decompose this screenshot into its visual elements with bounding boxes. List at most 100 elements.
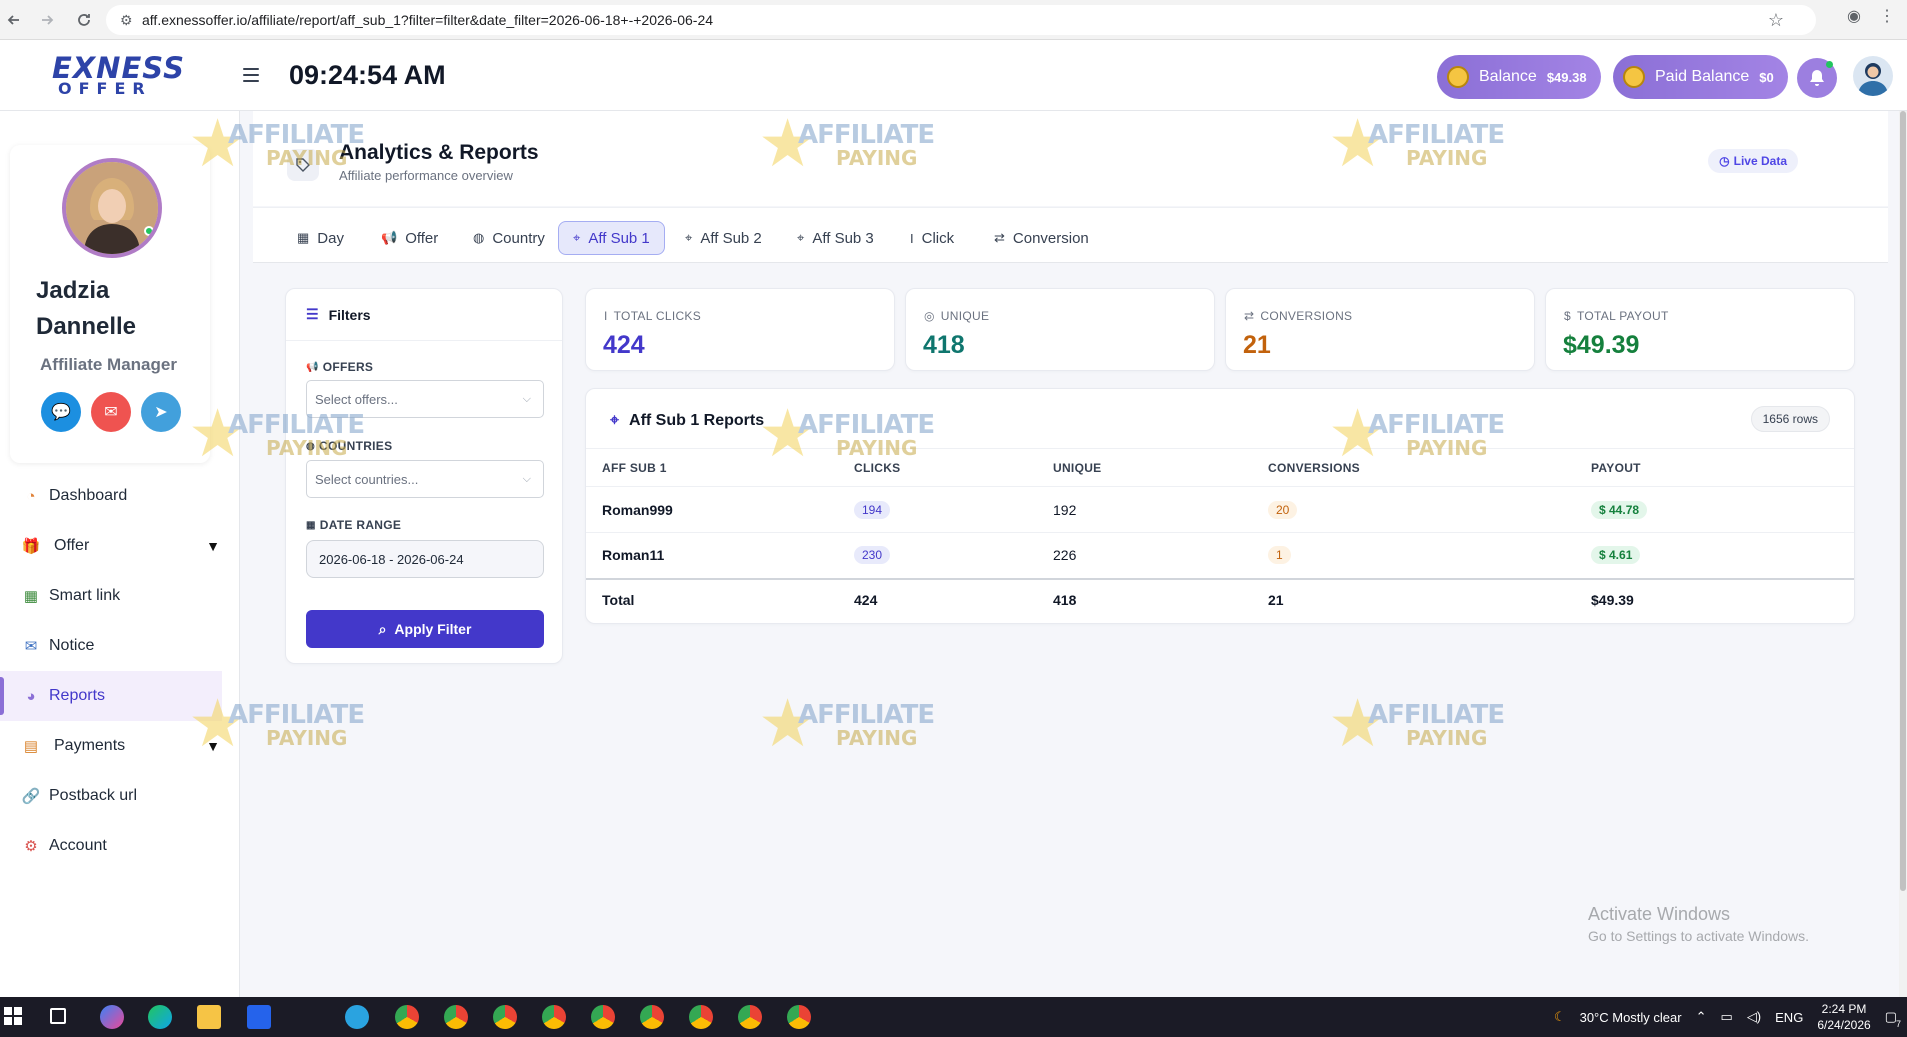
sidebar-item-reports[interactable]: ◕ Reports: [0, 671, 222, 721]
chrome-icon[interactable]: [787, 1005, 811, 1029]
notification-bell-icon[interactable]: [1797, 58, 1837, 98]
exness-offer-logo[interactable]: EXNESS OFFER: [52, 54, 184, 97]
tab-country[interactable]: ◍ Country: [459, 221, 559, 255]
tag-icon: ⌖: [797, 230, 805, 245]
back-icon[interactable]: [0, 6, 28, 34]
volume-icon[interactable]: ◁): [1747, 1009, 1761, 1025]
chrome-icon[interactable]: [542, 1005, 566, 1029]
total-conversions: 21: [1268, 577, 1591, 621]
paid-balance-pill[interactable]: Paid Balance $0: [1613, 55, 1788, 99]
store-icon[interactable]: [247, 1005, 271, 1029]
notification-center-icon[interactable]: ▢ 7: [1885, 1009, 1901, 1029]
tab-day[interactable]: ▦ Day: [283, 221, 358, 255]
chrome-icon[interactable]: [395, 1005, 419, 1029]
address-bar[interactable]: ⚙ aff.exnessoffer.io/affiliate/report/af…: [106, 5, 1816, 35]
taskbar-clock[interactable]: 2:24 PM 6/24/2026: [1817, 1001, 1870, 1033]
file-explorer-icon[interactable]: [197, 1005, 221, 1029]
sidebar-item-label: Reports: [49, 687, 106, 704]
hamburger-menu-icon[interactable]: [243, 68, 259, 82]
column-header[interactable]: UNIQUE: [1053, 448, 1268, 487]
table-row[interactable]: Roman11 230 226 1 $ 4.61: [586, 532, 1854, 579]
megaphone-icon: 📢: [381, 230, 398, 245]
column-header[interactable]: AFF SUB 1: [586, 448, 854, 487]
chevron-down-icon[interactable]: ▼: [206, 738, 220, 754]
page-title: Analytics & Reports: [339, 141, 539, 164]
tab-aff-sub-1[interactable]: ⌖ Aff Sub 1: [558, 221, 665, 255]
chrome-icon[interactable]: [738, 1005, 762, 1029]
sidebar-menu: ◔ Dashboard 🎁 Offer ▼ ▦ Smart link ✉ Not…: [0, 471, 240, 871]
sidebar-item-offer[interactable]: 🎁 Offer ▼: [0, 521, 240, 571]
offers-select[interactable]: Select offers... ⌵: [306, 380, 544, 418]
tab-aff-sub-3[interactable]: ⌖ Aff Sub 3: [783, 221, 888, 255]
sidebar-item-dashboard[interactable]: ◔ Dashboard: [0, 471, 240, 521]
sidebar-item-account[interactable]: ⚙ Account: [0, 821, 240, 871]
chrome-icon[interactable]: [444, 1005, 468, 1029]
language-indicator[interactable]: ENG: [1775, 1010, 1803, 1025]
telegram-icon[interactable]: ➤: [141, 392, 181, 432]
windows-start-icon[interactable]: [4, 1007, 22, 1025]
task-view-icon[interactable]: [50, 1008, 66, 1024]
sidebar-item-postback-url[interactable]: 🔗 Postback url: [0, 771, 240, 821]
chrome-icon[interactable]: [493, 1005, 517, 1029]
chrome-icon[interactable]: [591, 1005, 615, 1029]
bookmark-star-icon[interactable]: ☆: [1768, 10, 1784, 31]
profile-first-name: Jadzia: [36, 277, 110, 304]
chrome-icon[interactable]: [689, 1005, 713, 1029]
sidebar-item-notice[interactable]: ✉ Notice: [0, 621, 240, 671]
online-indicator: [144, 226, 154, 236]
table-row[interactable]: Roman999 194 192 20 $ 44.78: [586, 486, 1854, 533]
tab-offer[interactable]: 📢 Offer: [367, 221, 452, 255]
date-range-input[interactable]: 2026-06-18 - 2026-06-24: [306, 540, 544, 578]
tab-aff-sub-2[interactable]: ⌖ Aff Sub 2: [671, 221, 776, 255]
table-total-row: Total 424 418 21 $49.39: [586, 577, 1854, 621]
globe-icon: ◍: [306, 440, 316, 452]
profile-role: Affiliate Manager: [40, 355, 177, 374]
countries-label: ◍ COUNTRIES: [306, 439, 392, 453]
stat-label: CONVERSIONS: [1260, 309, 1353, 323]
aff-sub-cell: Roman999: [586, 486, 854, 533]
fingerprint-icon: ◎: [924, 309, 935, 323]
countries-select[interactable]: Select countries... ⌵: [306, 460, 544, 498]
sidebar-item-label: Smart link: [49, 587, 121, 604]
copilot-icon[interactable]: [100, 1005, 124, 1029]
tab-label: Offer: [405, 229, 439, 247]
chrome-icon[interactable]: [640, 1005, 664, 1029]
apply-filter-button[interactable]: ⌕ Apply Filter: [306, 610, 544, 648]
chat-icon[interactable]: 💬: [41, 392, 81, 432]
weather-icon[interactable]: ☾: [1554, 1009, 1566, 1025]
sidebar: Jadzia Dannelle Affiliate Manager 💬 ✉ ➤ …: [0, 111, 240, 997]
sidebar-item-smart-link[interactable]: ▦ Smart link: [0, 571, 240, 621]
page-scrollbar[interactable]: [1899, 111, 1907, 997]
weather-text[interactable]: 30°C Mostly clear: [1580, 1010, 1682, 1025]
sidebar-item-label: Postback url: [49, 787, 138, 804]
filters-panel: ☰ Filters 📢 OFFERS Select offers... ⌵ ◍ …: [285, 288, 563, 664]
forward-icon[interactable]: [33, 6, 61, 34]
tab-click[interactable]: I Click: [896, 221, 968, 255]
profile-avatar: [62, 158, 162, 258]
report-title: Aff Sub 1 Reports: [629, 412, 765, 429]
user-avatar[interactable]: [1853, 56, 1893, 96]
report-header: ⌖ Aff Sub 1 Reports: [610, 412, 764, 430]
tray-chevron-up-icon[interactable]: ⌃: [1696, 1009, 1707, 1025]
tab-label: Click: [921, 229, 955, 247]
column-header[interactable]: PAYOUT: [1591, 448, 1854, 487]
live-data-label: Live Data: [1733, 154, 1787, 168]
tab-conversion[interactable]: ⇄ Conversion: [980, 221, 1103, 255]
column-header[interactable]: CLICKS: [854, 448, 1053, 487]
column-header[interactable]: CONVERSIONS: [1268, 448, 1591, 487]
search-icon: ⌕: [378, 620, 387, 637]
profile-icon[interactable]: ◉: [1847, 6, 1861, 26]
sidebar-item-payments[interactable]: ▤ Payments ▼: [0, 721, 240, 771]
edge-icon[interactable]: [148, 1005, 172, 1029]
browser-menu-icon[interactable]: ⋮: [1879, 6, 1895, 26]
email-icon[interactable]: ✉: [91, 392, 131, 432]
telegram-icon[interactable]: [345, 1005, 369, 1029]
balance-value: $49.38: [1546, 69, 1587, 85]
site-settings-icon[interactable]: ⚙: [120, 12, 142, 29]
network-icon[interactable]: ▭: [1721, 1009, 1733, 1025]
chevron-down-icon: ⌵: [522, 472, 531, 485]
balance-pill[interactable]: Balance $49.38: [1437, 55, 1601, 99]
reload-icon[interactable]: [70, 6, 98, 34]
chevron-down-icon[interactable]: ▼: [206, 538, 220, 554]
cursor-icon: I: [910, 230, 914, 246]
